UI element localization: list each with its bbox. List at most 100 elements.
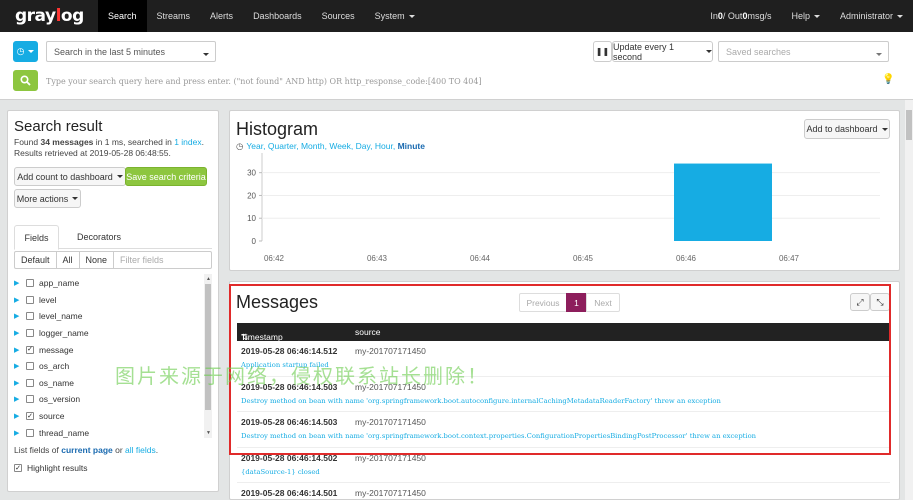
checkbox-icon[interactable]	[26, 395, 34, 404]
message-source: my-201707171450	[355, 346, 426, 356]
filter-none-button[interactable]: None	[78, 251, 115, 269]
checkbox-icon[interactable]	[26, 329, 34, 338]
page-scrollbar-thumb[interactable]	[906, 110, 912, 140]
expand-arrow-icon[interactable]: ▶	[14, 296, 26, 304]
nav-system[interactable]: System	[365, 0, 425, 32]
checkbox-checked-icon[interactable]: ✓	[26, 345, 34, 354]
checkbox-icon[interactable]	[26, 362, 34, 371]
pagination-next[interactable]: Next	[586, 293, 620, 312]
saved-searches-placeholder: Saved searches	[726, 46, 791, 57]
search-icon	[20, 75, 31, 86]
field-name[interactable]: os_version	[39, 394, 80, 404]
expand-arrow-icon[interactable]: ▶	[14, 429, 26, 437]
found-mid: in 1 ms, searched in	[93, 137, 175, 147]
message-source: my-201707171450	[355, 488, 426, 498]
message-row[interactable]: 2019-05-28 06:46:14.503 my-201707171450 De…	[237, 412, 890, 448]
fullscreen-icon[interactable]: ⤡	[870, 293, 890, 311]
expand-arrow-icon[interactable]: ▶	[14, 329, 26, 337]
page-scrollbar[interactable]	[905, 100, 913, 500]
scrollbar-thumb[interactable]	[205, 284, 211, 410]
field-name[interactable]: message	[39, 345, 74, 355]
pause-refresh-button[interactable]: ❚❚	[593, 41, 612, 62]
source-column-header[interactable]: source	[355, 327, 381, 337]
expand-arrow-icon[interactable]: ▶	[14, 395, 26, 403]
field-list-item[interactable]: ▶ app_name	[14, 275, 206, 292]
field-name[interactable]: os_arch	[39, 361, 69, 371]
field-name[interactable]: level_name	[39, 311, 82, 321]
tab-fields[interactable]: Fields	[14, 225, 59, 250]
search-query-input[interactable]: Type your search query here and press en…	[46, 71, 846, 91]
field-list-item[interactable]: ▶ os_name	[14, 375, 206, 392]
tab-decorators[interactable]: Decorators	[64, 225, 134, 249]
expand-arrow-icon[interactable]: ▶	[14, 362, 26, 370]
more-actions-button[interactable]: More actions	[14, 189, 81, 208]
field-list-item[interactable]: ▶ os_version	[14, 391, 206, 408]
help-menu[interactable]: Help	[781, 0, 830, 32]
relative-range-select[interactable]: Search in the last 5 minutes	[46, 41, 216, 62]
field-name[interactable]: thread_name	[39, 428, 89, 438]
retrieved-at: Results retrieved at 2019-05-28 06:48:55…	[14, 148, 171, 158]
scroll-up-icon[interactable]: ▲	[206, 276, 211, 282]
index-link[interactable]: 1 index	[174, 137, 201, 147]
message-row[interactable]: 2019-05-28 06:46:14.512 my-201707171450 Ap…	[237, 341, 890, 377]
expand-arrow-icon[interactable]: ▶	[14, 379, 26, 387]
filter-default-button[interactable]: Default	[14, 251, 57, 269]
field-list-item[interactable]: ▶ ✓ message	[14, 341, 206, 358]
checkbox-icon[interactable]	[26, 312, 34, 321]
expand-icon[interactable]: ⤢	[850, 293, 870, 311]
checkbox-icon[interactable]	[26, 378, 34, 387]
nav-streams[interactable]: Streams	[147, 0, 201, 32]
pagination-page-1[interactable]: 1	[566, 293, 587, 312]
checkbox-icon[interactable]	[26, 279, 34, 288]
graylog-logo[interactable]: gray l og	[0, 0, 98, 32]
field-name[interactable]: level	[39, 295, 56, 305]
highlight-results-toggle[interactable]: ✓ Highlight results	[14, 463, 87, 473]
field-list-item[interactable]: ▶ logger_name	[14, 325, 206, 342]
field-list-item[interactable]: ▶ ✓ source	[14, 408, 206, 425]
all-fields-link[interactable]: all fields	[125, 445, 156, 455]
checkbox-checked-icon[interactable]: ✓	[14, 464, 22, 472]
nav-alerts[interactable]: Alerts	[200, 0, 243, 32]
expand-arrow-icon[interactable]: ▶	[14, 279, 26, 287]
filter-fields-input[interactable]: Filter fields	[113, 251, 212, 269]
field-list-scrollbar[interactable]: ▲ ▼	[204, 274, 212, 438]
field-name[interactable]: logger_name	[39, 328, 89, 338]
message-row[interactable]: 2019-05-28 06:46:14.502 my-201707171450 {d…	[237, 448, 890, 483]
nav-search[interactable]: Search	[98, 0, 147, 32]
add-count-to-dashboard-button[interactable]: Add count to dashboard	[14, 167, 126, 186]
messages-table-body: 2019-05-28 06:46:14.512 my-201707171450 Ap…	[237, 341, 890, 499]
current-page-fields-link[interactable]: current page	[61, 445, 113, 455]
field-list-item[interactable]: ▶ level	[14, 292, 206, 309]
saved-searches-select[interactable]: Saved searches	[718, 41, 889, 62]
checkbox-icon[interactable]	[26, 428, 34, 437]
scroll-down-icon[interactable]: ▼	[206, 430, 211, 436]
search-submit-button[interactable]	[13, 70, 38, 91]
nav-dashboards[interactable]: Dashboards	[243, 0, 312, 32]
checkbox-checked-icon[interactable]: ✓	[26, 412, 34, 421]
field-list-item[interactable]: ▶ level_name	[14, 308, 206, 325]
field-name[interactable]: app_name	[39, 278, 79, 288]
user-menu[interactable]: Administrator	[830, 0, 913, 32]
lightbulb-icon[interactable]: 💡	[882, 74, 894, 85]
save-search-criteria-button[interactable]: Save search criteria	[125, 167, 207, 186]
message-row[interactable]: 2019-05-28 06:46:14.503 my-201707171450 De…	[237, 377, 890, 412]
found-prefix: Found	[14, 137, 41, 147]
message-row[interactable]: 2019-05-28 06:46:14.501 my-201707171450	[237, 483, 890, 499]
filter-all-button[interactable]: All	[55, 251, 80, 269]
field-list-item[interactable]: ▶ thread_name	[14, 424, 206, 440]
checkbox-icon[interactable]	[26, 295, 34, 304]
throughput-indicator[interactable]: In 0 / Out 0 msg/s	[700, 0, 781, 32]
expand-arrow-icon[interactable]: ▶	[14, 412, 26, 420]
field-list-item[interactable]: ▶ os_arch	[14, 358, 206, 375]
pagination-previous[interactable]: Previous	[519, 293, 567, 312]
expand-arrow-icon[interactable]: ▶	[14, 312, 26, 320]
nav-sources[interactable]: Sources	[312, 0, 365, 32]
x-tick-label: 06:44	[470, 254, 491, 263]
expand-arrow-icon[interactable]: ▶	[14, 346, 26, 354]
x-tick-label: 06:42	[264, 254, 285, 263]
refresh-interval-button[interactable]: Update every 1 second	[612, 41, 713, 62]
time-range-type-button[interactable]: ◷	[13, 41, 38, 62]
field-name[interactable]: os_name	[39, 378, 74, 388]
message-source: my-201707171450	[355, 417, 426, 427]
field-name[interactable]: source	[39, 411, 65, 421]
